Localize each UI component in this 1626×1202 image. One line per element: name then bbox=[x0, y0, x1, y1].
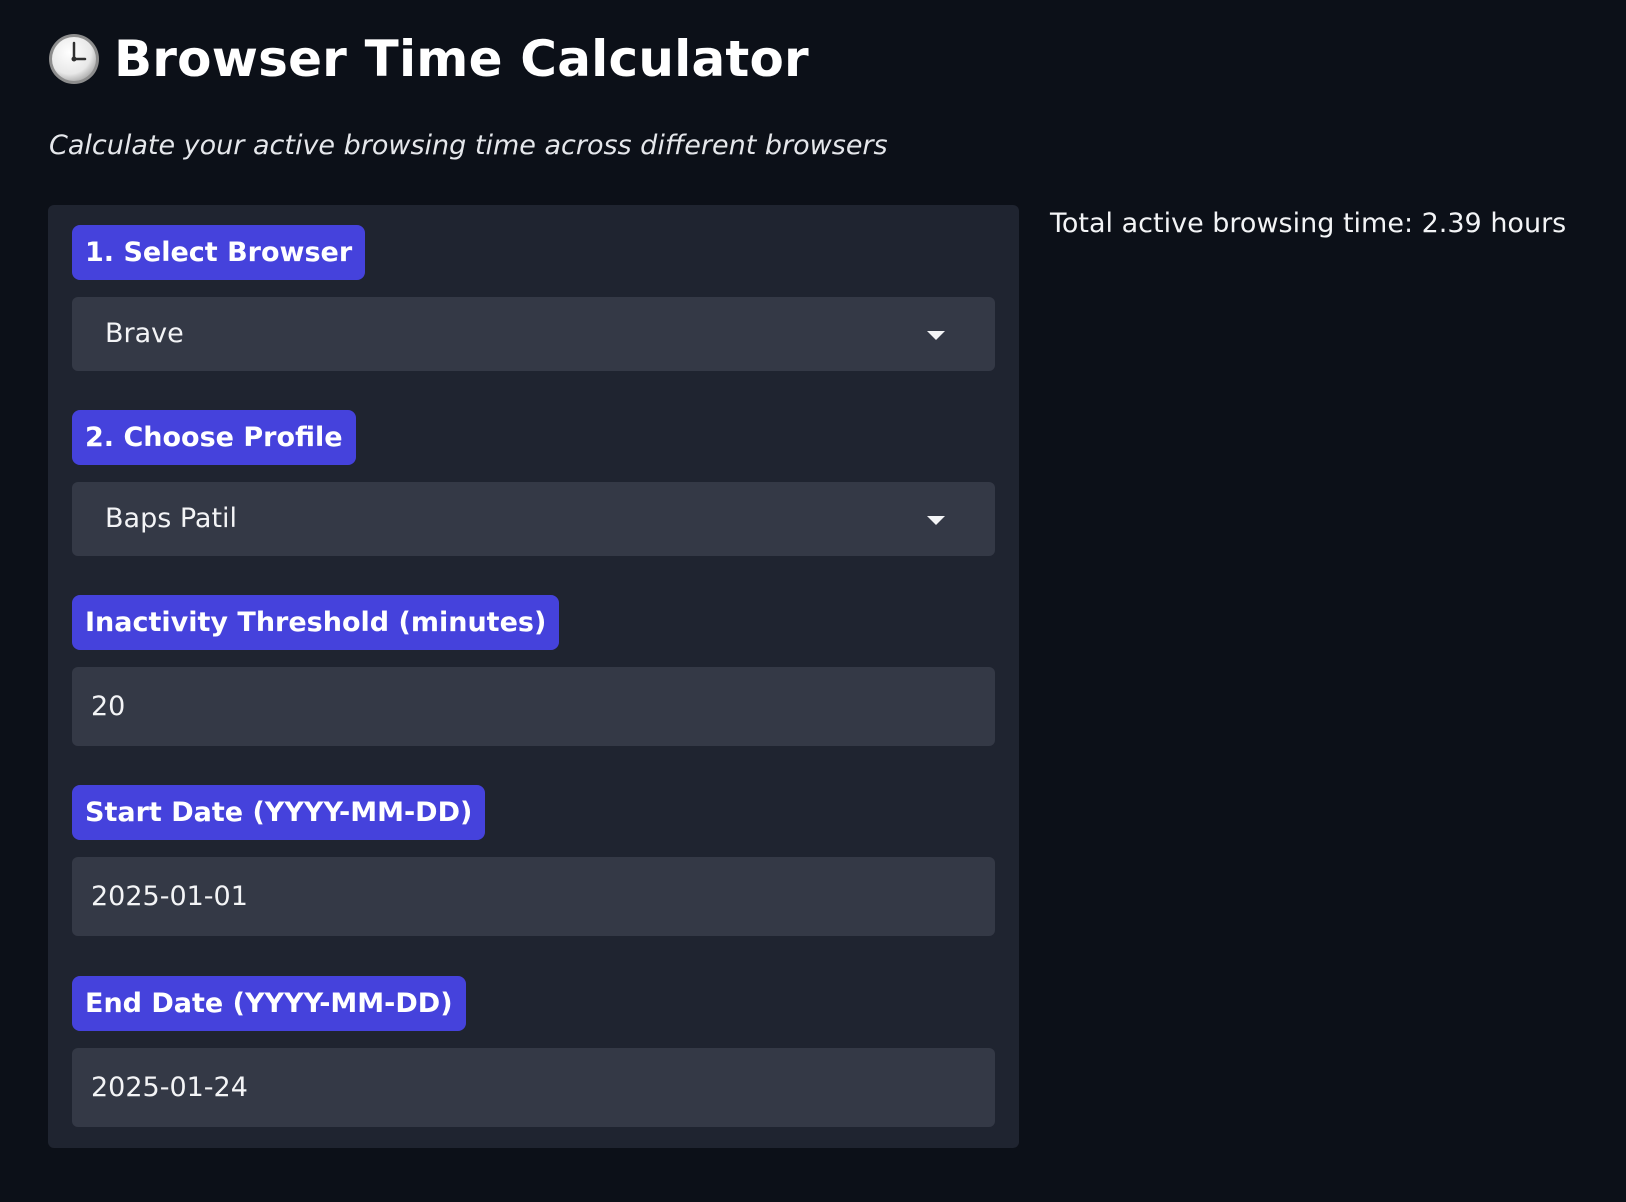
page-subtitle: Calculate your active browsing time acro… bbox=[49, 130, 888, 161]
browsing-time-result: Total active browsing time: 2.39 hours bbox=[1050, 208, 1567, 239]
chevron-down-icon bbox=[927, 331, 945, 340]
page-header: Browser Time Calculator bbox=[48, 30, 809, 88]
profile-select-label: 2. Choose Profile bbox=[72, 410, 356, 465]
start-date-input[interactable]: 2025-01-01 bbox=[72, 857, 995, 936]
start-date-label: Start Date (YYYY-MM-DD) bbox=[72, 785, 486, 840]
start-date-input-value: 2025-01-01 bbox=[91, 881, 248, 912]
app-page: Browser Time Calculator Calculate your a… bbox=[0, 0, 1626, 1202]
profile-select-value: Baps Patil bbox=[105, 503, 238, 534]
browser-select-dropdown[interactable]: Brave bbox=[72, 297, 995, 371]
threshold-label: Inactivity Threshold (minutes) bbox=[72, 595, 560, 650]
chevron-down-icon bbox=[927, 516, 945, 525]
settings-form-panel: 1. Select Browser Brave 2. Choose Profil… bbox=[48, 205, 1019, 1148]
threshold-input-value: 20 bbox=[91, 691, 126, 722]
browser-select-value: Brave bbox=[105, 318, 184, 349]
clock-icon bbox=[49, 34, 99, 84]
end-date-input[interactable]: 2025-01-24 bbox=[72, 1048, 995, 1127]
threshold-input[interactable]: 20 bbox=[72, 667, 995, 746]
page-title: Browser Time Calculator bbox=[114, 30, 809, 88]
browser-select-label: 1. Select Browser bbox=[72, 225, 366, 280]
end-date-input-value: 2025-01-24 bbox=[91, 1072, 248, 1103]
end-date-label: End Date (YYYY-MM-DD) bbox=[72, 976, 466, 1031]
profile-select-dropdown[interactable]: Baps Patil bbox=[72, 482, 995, 556]
